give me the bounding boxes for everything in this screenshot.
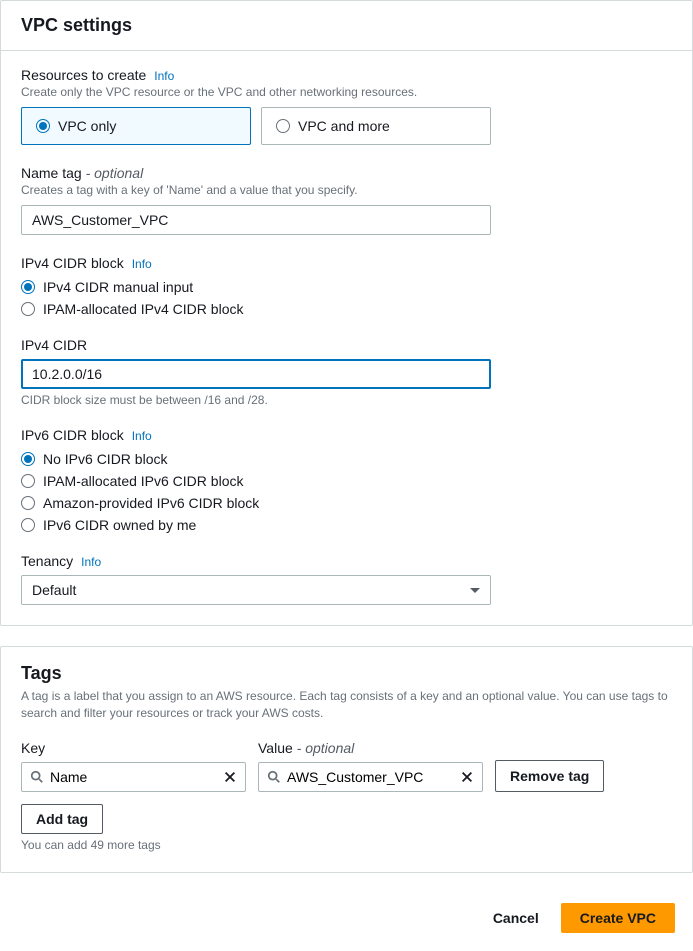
tags-desc: A tag is a label that you assign to an A… xyxy=(21,688,672,722)
tags-panel: Tags A tag is a label that you assign to… xyxy=(0,646,693,873)
create-vpc-button[interactable]: Create VPC xyxy=(561,903,675,933)
footer-actions: Cancel Create VPC xyxy=(0,893,693,951)
tag-row: Key Value - optional Remove tag xyxy=(21,740,672,792)
ipv4-block-section: IPv4 CIDR block Info IPv4 CIDR manual in… xyxy=(21,255,672,317)
ipv4-cidr-input[interactable] xyxy=(21,359,491,389)
close-icon[interactable] xyxy=(223,770,237,784)
ipv4-block-option-ipam[interactable]: IPAM-allocated IPv4 CIDR block xyxy=(21,301,672,317)
radio-icon xyxy=(36,119,50,133)
tag-value-input[interactable] xyxy=(287,767,454,787)
tag-key-input-wrap[interactable] xyxy=(21,762,246,792)
tag-key-label: Key xyxy=(21,740,246,756)
radio-icon xyxy=(21,302,35,316)
resources-hint: Create only the VPC resource or the VPC … xyxy=(21,85,672,99)
radio-icon xyxy=(276,119,290,133)
tag-key-input[interactable] xyxy=(50,767,217,787)
tenancy-value: Default xyxy=(32,582,76,598)
search-icon xyxy=(267,770,281,784)
chevron-down-icon xyxy=(470,588,480,593)
name-tag-label: Name tag - optional xyxy=(21,165,143,181)
ipv6-block-option-ipam[interactable]: IPAM-allocated IPv6 CIDR block xyxy=(21,473,672,489)
tags-title: Tags xyxy=(21,663,672,684)
ipv6-block-label: IPv6 CIDR block xyxy=(21,427,124,443)
name-tag-section: Name tag - optional Creates a tag with a… xyxy=(21,165,672,235)
radio-icon xyxy=(21,496,35,510)
resources-section: Resources to create Info Create only the… xyxy=(21,67,672,145)
name-tag-input[interactable] xyxy=(21,205,491,235)
ipv4-block-info-link[interactable]: Info xyxy=(132,257,152,271)
resources-option-vpc-and-more[interactable]: VPC and more xyxy=(261,107,491,145)
resources-option-label: VPC only xyxy=(58,118,116,134)
ipv6-block-option-owned[interactable]: IPv6 CIDR owned by me xyxy=(21,517,672,533)
tags-remaining: You can add 49 more tags xyxy=(21,838,672,852)
ipv6-block-info-link[interactable]: Info xyxy=(132,429,152,443)
panel-header: VPC settings xyxy=(1,1,692,51)
ipv4-block-label: IPv4 CIDR block xyxy=(21,255,124,271)
resources-label: Resources to create xyxy=(21,67,146,83)
tenancy-section: Tenancy Info Default xyxy=(21,553,672,605)
close-icon[interactable] xyxy=(460,770,474,784)
remove-tag-button[interactable]: Remove tag xyxy=(495,760,604,792)
ipv6-block-option-amazon[interactable]: Amazon-provided IPv6 CIDR block xyxy=(21,495,672,511)
resources-info-link[interactable]: Info xyxy=(154,69,174,83)
radio-label: IPv4 CIDR manual input xyxy=(43,279,193,295)
tag-value-label: Value - optional xyxy=(258,740,483,756)
ipv4-cidr-section: IPv4 CIDR CIDR block size must be betwee… xyxy=(21,337,672,407)
ipv4-block-option-manual[interactable]: IPv4 CIDR manual input xyxy=(21,279,672,295)
radio-icon xyxy=(21,474,35,488)
name-tag-hint: Creates a tag with a key of 'Name' and a… xyxy=(21,183,672,197)
cancel-button[interactable]: Cancel xyxy=(483,903,549,933)
search-icon xyxy=(30,770,44,784)
tag-value-input-wrap[interactable] xyxy=(258,762,483,792)
resources-option-vpc-only[interactable]: VPC only xyxy=(21,107,251,145)
resources-option-label: VPC and more xyxy=(298,118,390,134)
radio-label: Amazon-provided IPv6 CIDR block xyxy=(43,495,259,511)
tenancy-info-link[interactable]: Info xyxy=(81,555,101,569)
tenancy-select[interactable]: Default xyxy=(21,575,491,605)
radio-label: IPAM-allocated IPv6 CIDR block xyxy=(43,473,243,489)
panel-title: VPC settings xyxy=(21,15,672,36)
tags-header: Tags xyxy=(21,663,672,684)
radio-icon xyxy=(21,452,35,466)
vpc-settings-panel: VPC settings Resources to create Info Cr… xyxy=(0,0,693,626)
tenancy-label: Tenancy xyxy=(21,553,73,569)
radio-icon xyxy=(21,518,35,532)
ipv6-block-section: IPv6 CIDR block Info No IPv6 CIDR block … xyxy=(21,427,672,533)
ipv6-block-option-none[interactable]: No IPv6 CIDR block xyxy=(21,451,672,467)
ipv4-cidr-hint: CIDR block size must be between /16 and … xyxy=(21,393,672,407)
add-tag-button[interactable]: Add tag xyxy=(21,804,103,834)
ipv4-cidr-label: IPv4 CIDR xyxy=(21,337,87,353)
radio-label: IPAM-allocated IPv4 CIDR block xyxy=(43,301,243,317)
radio-label: No IPv6 CIDR block xyxy=(43,451,167,467)
radio-label: IPv6 CIDR owned by me xyxy=(43,517,196,533)
radio-icon xyxy=(21,280,35,294)
